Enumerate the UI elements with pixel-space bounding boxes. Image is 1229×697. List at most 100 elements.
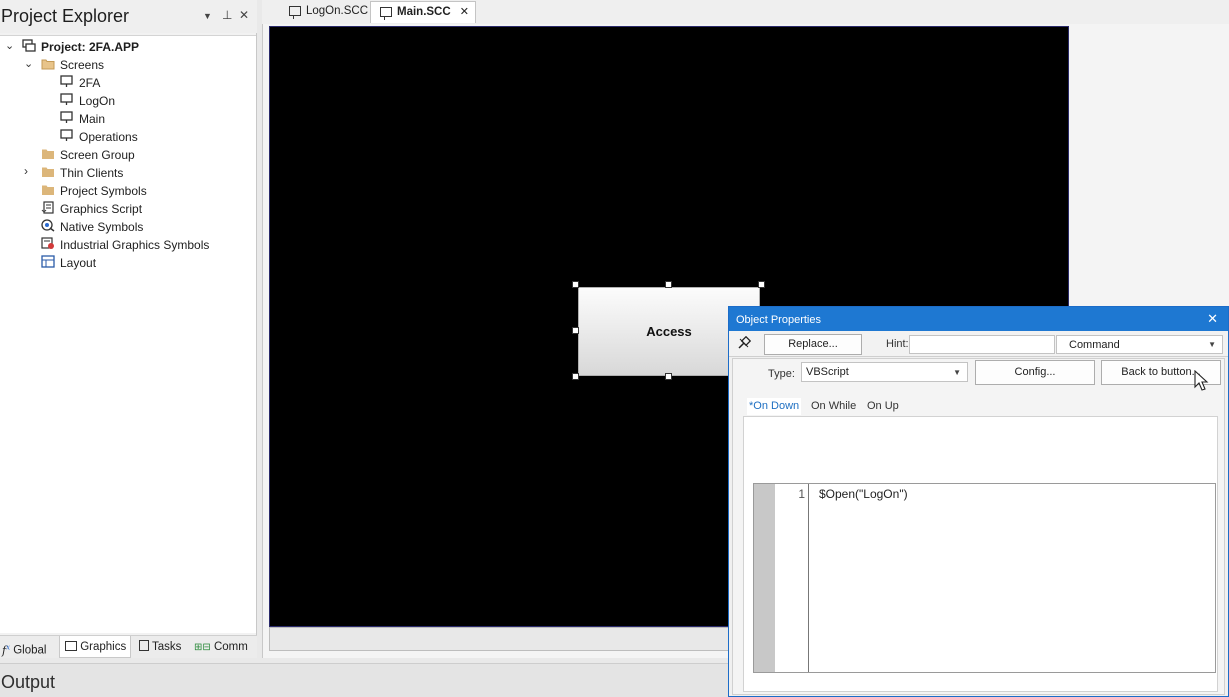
hint-label: Hint: [886, 338, 909, 350]
tree-item-native-symbols[interactable]: Native Symbols [41, 217, 143, 235]
tree-item-label: Screen Group [60, 147, 135, 162]
tab-label: Tasks [152, 641, 182, 653]
folder-icon [41, 165, 55, 178]
tree-item-industrial-graphics-symbols[interactable]: Industrial Graphics Symbols [41, 235, 209, 253]
tree-item-label: Main [79, 111, 106, 126]
tree-item-label: Layout [60, 255, 97, 270]
dialog-body: Type: VBScript ▼ Config... Back to butto… [732, 358, 1225, 695]
selection-handle[interactable] [665, 373, 672, 380]
line-number-gutter: 1 [775, 484, 809, 672]
screen-icon [60, 129, 74, 142]
industrial-symbols-icon [41, 237, 55, 250]
tab-on-down[interactable]: *On Down [747, 398, 802, 415]
tree-item-label: Thin Clients [60, 165, 124, 180]
output-title: Output [1, 672, 56, 692]
selection-handle[interactable] [665, 281, 672, 288]
close-icon[interactable]: ✕ [460, 2, 469, 23]
tree-item-screens[interactable]: Screens [41, 55, 104, 73]
screen-icon [60, 111, 74, 124]
command-dropdown[interactable]: Command ▼ [1056, 335, 1223, 354]
pin-icon[interactable] [735, 335, 753, 352]
dialog-toolbar: Replace... Hint: Command ▼ [729, 331, 1228, 357]
pin-icon[interactable]: ⊥ [222, 8, 232, 22]
tree-item-label: Native Symbols [60, 219, 144, 234]
explorer-tab-strip: fx Global Graphics Tasks ⊞⊟ Comm [0, 635, 257, 658]
line-number: 1 [798, 487, 805, 501]
tree-item-label: LogOn [79, 93, 116, 108]
object-properties-dialog: Object Properties ✕ Replace... Hint: Com… [728, 306, 1229, 697]
chevron-right-icon[interactable]: › [24, 164, 28, 178]
folder-icon [41, 147, 55, 160]
selection-handle[interactable] [572, 373, 579, 380]
code-editor[interactable]: 1 $Open("LogOn") [753, 483, 1216, 673]
type-value: VBScript [806, 366, 849, 378]
tab-tasks[interactable]: Tasks [134, 636, 188, 658]
tree-item-label: Project Symbols [60, 183, 147, 198]
tree-item-screen-operations[interactable]: Operations [60, 127, 138, 145]
hint-input[interactable] [909, 335, 1055, 354]
config-button[interactable]: Config... [975, 360, 1095, 385]
type-dropdown[interactable]: VBScript ▼ [801, 362, 968, 382]
tab-graphics[interactable]: Graphics [59, 636, 131, 658]
chevron-down-icon: ▼ [1208, 340, 1216, 349]
replace-button[interactable]: Replace... [764, 334, 862, 355]
tree-item-layout[interactable]: Layout [41, 253, 96, 271]
tree-item-label: Graphics Script [60, 201, 143, 216]
screen-icon [380, 7, 392, 20]
screen-icon [60, 93, 74, 106]
code-line[interactable]: $Open("LogOn") [819, 487, 908, 501]
chevron-down-icon: ▼ [953, 368, 961, 377]
tree-item-screen-group[interactable]: Screen Group [41, 145, 135, 163]
tab-label: Graphics [80, 641, 127, 653]
chevron-down-icon[interactable]: ⌄ [5, 39, 14, 52]
screen-icon [60, 75, 74, 88]
tab-global[interactable]: fx Global [0, 636, 59, 658]
command-value: Command [1069, 339, 1120, 351]
screen-icon [289, 6, 301, 19]
close-icon[interactable]: ✕ [1207, 311, 1218, 327]
project-tree: ⌄ Project: 2FA.APP ⌄ Screens 2FA LogOn M… [0, 35, 256, 633]
tree-item-project[interactable]: Project: 2FA.APP [22, 37, 139, 55]
selection-handle[interactable] [572, 327, 579, 334]
native-symbols-icon [41, 219, 55, 232]
tree-item-label: 2FA [79, 75, 101, 90]
project-explorer-header: Project Explorer ▼ ⊥ ✕ [0, 0, 257, 33]
tree-item-project-symbols[interactable]: Project Symbols [41, 181, 147, 199]
dialog-title: Object Properties [736, 314, 821, 326]
editor-margin [754, 484, 775, 672]
tab-comm[interactable]: ⊞⊟ Comm [191, 636, 253, 658]
tab-label: LogOn.SCC [306, 5, 369, 17]
tree-item-graphics-script[interactable]: Graphics Script [41, 199, 142, 217]
tree-item-label: Project: 2FA.APP [41, 39, 140, 54]
folder-open-icon [41, 57, 55, 70]
tree-item-screen-2fa[interactable]: 2FA [60, 73, 100, 91]
tab-logon-scc[interactable]: LogOn.SCC [280, 1, 368, 23]
tab-on-while[interactable]: On While [809, 398, 858, 415]
tree-item-label: Industrial Graphics Symbols [60, 237, 210, 252]
tree-item-label: Screens [60, 57, 105, 72]
dropdown-triangle-icon[interactable]: ▼ [203, 11, 212, 21]
tab-on-up[interactable]: On Up [865, 398, 901, 415]
folder-icon [41, 183, 55, 196]
selection-handle[interactable] [572, 281, 579, 288]
tab-label: Global [13, 644, 47, 657]
tree-item-screen-main[interactable]: Main [60, 109, 105, 127]
tree-item-label: Operations [79, 129, 138, 144]
tab-label: Comm [213, 641, 248, 653]
tab-main-scc[interactable]: Main.SCC ✕ [370, 1, 476, 23]
project-explorer-panel: Project Explorer ▼ ⊥ ✕ ⌄ Project: 2FA.AP… [0, 0, 257, 658]
close-icon[interactable]: ✕ [239, 8, 249, 22]
layout-icon [41, 255, 55, 268]
dialog-titlebar[interactable]: Object Properties ✕ [729, 307, 1228, 331]
tasks-icon [139, 640, 149, 652]
script-icon [41, 201, 55, 214]
tree-item-screen-logon[interactable]: LogOn [60, 91, 115, 109]
selection-handle[interactable] [758, 281, 765, 288]
comm-icon: ⊞⊟ [194, 642, 211, 653]
tree-item-thin-clients[interactable]: Thin Clients [41, 163, 123, 181]
project-icon [22, 39, 36, 52]
chevron-down-icon[interactable]: ⌄ [24, 57, 33, 70]
back-to-button-button[interactable]: Back to button... [1101, 360, 1221, 385]
global-icon: fx [2, 643, 11, 657]
project-explorer-title: Project Explorer [1, 6, 130, 26]
